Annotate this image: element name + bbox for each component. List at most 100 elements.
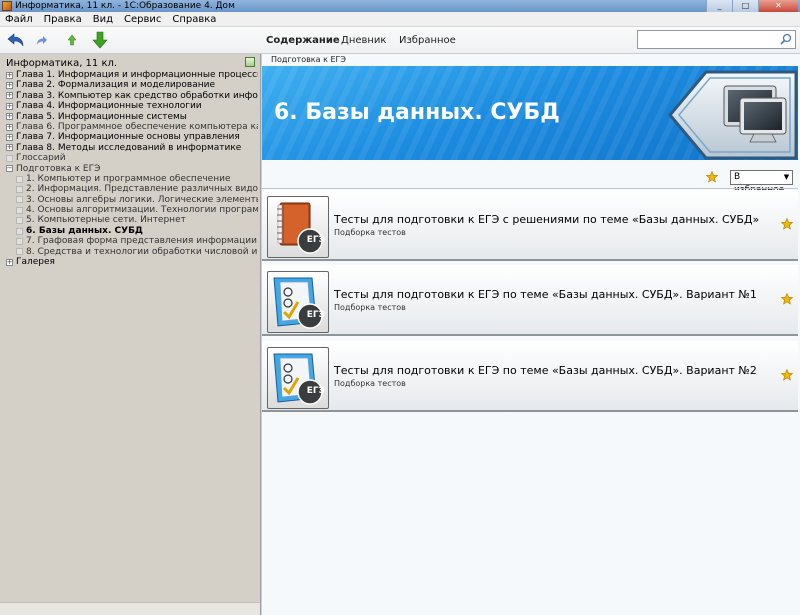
tree-item[interactable]: 3. Основы алгебры логики. Логические эле… [6,195,258,205]
tree-item-label: Глава 6. Программное обеспечение компьют… [16,121,258,132]
tree-item-label: 8. Средства и технологии обработки число… [26,246,258,257]
collapse-icon[interactable]: − [6,165,13,173]
download-arrow-icon[interactable] [90,31,110,49]
menu-help[interactable]: Справка [167,14,222,25]
window-controls: _ □ ✕ [706,0,798,12]
tree-item[interactable]: + Глава 4. Информационные технологии [6,101,258,111]
minimize-button[interactable]: _ [706,0,732,12]
contents-tree: + Глава 1. Информация и информационные пр… [6,70,258,267]
leaf-icon [16,237,23,245]
sidebar: Информатика, 11 кл. + Глава 1. Информация… [0,54,261,615]
forward-arrow-icon[interactable] [34,31,50,49]
expand-icon[interactable]: + [6,144,13,152]
app-icon [2,1,12,11]
resource-title[interactable]: Тесты для подготовки к ЕГЭ с решениями п… [334,213,759,226]
book-icon[interactable]: ЕГЭ [267,196,329,258]
divider [262,188,798,189]
sidebar-collapse-icon[interactable] [245,57,255,67]
menu-bar: Файл Правка Вид Сервис Справка [0,12,800,27]
leaf-icon [16,175,23,183]
leaf-icon [16,217,23,225]
tree-item[interactable]: + Глава 8. Методы исследований в информат… [6,143,258,153]
tree-item[interactable]: + Глава 2. Формализация и моделирование [6,80,258,90]
tree-item[interactable]: Глоссарий [6,153,258,163]
tree-item-label: Глава 8. Методы исследований в информати… [16,142,242,153]
test-checklist-icon[interactable]: ЕГЭ [267,271,329,333]
tree-item[interactable]: 1. Компьютер и программное обеспечение [6,174,258,184]
exam-badge: ЕГЭ [306,235,326,245]
tree-item-label: 2. Информация. Представление различных в… [26,184,258,195]
leaf-icon [16,227,23,235]
menu-view[interactable]: Вид [88,14,119,25]
tree-item[interactable]: + Глава 5. Информационные системы [6,112,258,122]
exam-badge: ЕГЭ [306,386,326,396]
star-icon[interactable] [705,170,719,186]
expand-icon[interactable]: + [6,113,13,121]
tree-item-label: 5. Компьютерные сети. Интернет [26,215,186,226]
resource-subtitle: Подборка тестов [334,228,406,237]
tree-item[interactable]: + Глава 1. Информация и информационные пр… [6,70,258,80]
star-icon[interactable] [780,368,794,384]
leaf-icon [16,206,23,214]
tree-item[interactable]: 2. Информация. Представление различных в… [6,184,258,194]
tree-item[interactable]: 4. Основы алгоритмизации. Технологии про… [6,205,258,215]
page-title: 6. Базы данных. СУБД [274,100,560,125]
window-title: Информатика, 11 кл. - 1С:Образование 4. … [15,1,235,11]
tree-item-label: 4. Основы алгоритмизации. Технологии про… [26,205,258,216]
resource-card[interactable]: ЕГЭ Тесты для подготовки к ЕГЭ по теме «Б… [262,341,798,412]
menu-file[interactable]: Файл [0,14,39,25]
tree-item[interactable]: 8. Средства и технологии обработки число… [6,247,258,257]
resource-title[interactable]: Тесты для подготовки к ЕГЭ по теме «Базы… [334,364,757,377]
tab-favorites[interactable]: Избранное [399,35,456,46]
maximize-button[interactable]: □ [732,0,758,12]
tree-item[interactable]: + Галерея [6,257,258,267]
horizontal-scrollbar[interactable] [0,602,260,615]
tree-item[interactable]: − Подготовка к ЕГЭ [6,164,258,174]
exam-badge: ЕГЭ [306,310,326,320]
tree-item-label: 7. Графовая форма представления информац… [26,236,257,247]
tab-contents[interactable]: Содержание [266,35,340,46]
chevron-down-icon: ▼ [783,173,790,181]
tree-item[interactable]: + Глава 3. Компьютер как средство обработ… [6,91,258,101]
star-icon[interactable] [780,217,794,233]
menu-tools[interactable]: Сервис [119,14,167,25]
tree-item-label: 3. Основы алгебры логики. Логические эле… [26,194,258,205]
main-panel: Подготовка к ЕГЭ 6. Базы данных. СУБД В … [262,54,800,615]
expand-icon[interactable]: + [6,92,13,100]
menu-edit[interactable]: Правка [39,14,88,25]
title-bar: Информатика, 11 кл. - 1С:Образование 4. … [0,0,800,12]
resource-card[interactable]: ЕГЭ Тесты для подготовки к ЕГЭ по теме «Б… [262,265,798,336]
expand-icon[interactable]: + [6,71,13,79]
resource-title[interactable]: Тесты для подготовки к ЕГЭ по теме «Базы… [334,288,757,301]
computer-monitor-icon [666,70,798,160]
leaf-icon [16,185,23,193]
tree-item[interactable]: 7. Графовая форма представления информац… [6,236,258,246]
leaf-icon [16,196,23,204]
breadcrumb[interactable]: Подготовка к ЕГЭ [271,55,346,64]
search-icon[interactable] [780,33,797,48]
expand-icon[interactable]: + [6,82,13,90]
resource-subtitle: Подборка тестов [334,303,406,312]
tree-item[interactable]: 5. Компьютерные сети. Интернет [6,215,258,225]
tree-item[interactable]: + Глава 6. Программное обеспечение компью… [6,122,258,132]
resource-card[interactable]: ЕГЭ Тесты для подготовки к ЕГЭ с решениям… [262,190,798,261]
expand-icon[interactable]: + [6,102,13,110]
expand-icon[interactable]: + [6,258,13,266]
back-arrow-icon[interactable] [6,31,26,49]
expand-icon[interactable]: + [6,123,13,131]
tree-item[interactable]: + Глава 7. Информационные основы управлен… [6,132,258,142]
close-button[interactable]: ✕ [758,0,798,12]
search-input[interactable] [637,30,796,49]
tree-item-label: Глава 2. Формализация и моделирование [16,80,215,91]
test-checklist-icon[interactable]: ЕГЭ [267,347,329,409]
tree-item[interactable]: 6. Базы данных. СУБД [6,226,258,236]
tab-diary[interactable]: Дневник [341,35,386,46]
tree-item-label: Подготовка к ЕГЭ [16,163,101,174]
tree-item-label: Глоссарий [16,153,66,164]
expand-icon[interactable]: + [6,134,13,142]
leaf-icon [16,248,23,256]
add-to-favorites-select[interactable]: В избранное ▼ [730,170,793,195]
leaf-icon [6,154,13,162]
star-icon[interactable] [780,292,794,308]
up-arrow-icon[interactable] [64,31,80,49]
